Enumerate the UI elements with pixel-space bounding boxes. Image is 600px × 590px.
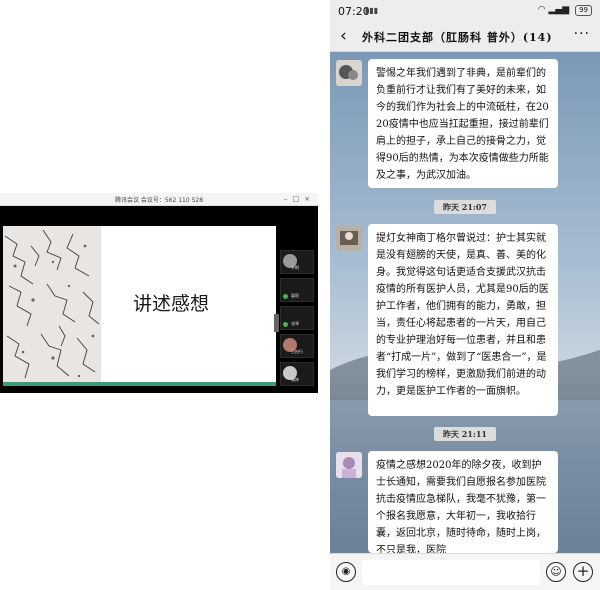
status-right: ◠ ▂▄▆ 99 bbox=[538, 5, 592, 16]
slide-accent-bar bbox=[3, 382, 276, 386]
battery-icon: 99 bbox=[575, 5, 592, 16]
chevron-left-icon[interactable]: ‹ bbox=[340, 26, 347, 46]
mic-icon bbox=[283, 322, 288, 327]
marble-texture-image bbox=[3, 226, 101, 386]
message-input[interactable] bbox=[362, 560, 540, 585]
chat-input-bar: ◉ ☺ + bbox=[330, 553, 600, 590]
participant-tile[interactable]: 翟昭 bbox=[280, 278, 314, 302]
meeting-titlebar: 腾讯会议 会议号：562 110 528 –□× bbox=[0, 193, 318, 206]
meeting-stage: 讲述感想 齐桐 翟昭 张琴 王柏行 魏婷 bbox=[0, 206, 318, 393]
message-timestamp: 昨天 21:07 bbox=[434, 200, 496, 214]
meeting-window: 腾讯会议 会议号：562 110 528 –□× 讲述感想 齐桐 翟昭 张琴 王… bbox=[0, 193, 318, 393]
emoji-icon[interactable]: ☺ bbox=[546, 562, 566, 582]
avatar[interactable] bbox=[336, 452, 362, 478]
participant-name: 翟昭 bbox=[291, 293, 299, 298]
signal-icon: ▂▄▆ bbox=[548, 5, 570, 15]
slide-title: 讲述感想 bbox=[133, 293, 210, 315]
status-bar: 07:20 ▮▮▮ ◠ ▂▄▆ 99 bbox=[330, 0, 600, 22]
mic-icon bbox=[283, 294, 288, 299]
more-icon[interactable]: ··· bbox=[574, 26, 590, 42]
notification-icons: ▮▮▮ bbox=[365, 6, 378, 15]
wechat-chat-screen: 07:20 ▮▮▮ ◠ ▂▄▆ 99 ‹ 外科二团支部（肛肠科 普外）(14) … bbox=[330, 0, 600, 590]
avatar[interactable] bbox=[336, 60, 362, 86]
message-timestamp: 昨天 21:11 bbox=[434, 427, 496, 441]
participant-name: 齐桐 bbox=[291, 265, 299, 270]
collapse-handle[interactable] bbox=[274, 314, 279, 332]
participant-name: 王柏行 bbox=[291, 349, 303, 354]
shared-slide: 讲述感想 bbox=[3, 226, 276, 386]
message-bubble[interactable]: 提灯女神南丁格尔曾说过：护士其实就是没有翅膀的天使，是真、善、美的化身。我觉得这… bbox=[368, 224, 558, 416]
voice-icon[interactable]: ◉ bbox=[336, 562, 356, 582]
participant-tile[interactable]: 王柏行 bbox=[280, 334, 314, 358]
participant-tile[interactable]: 张琴 bbox=[280, 306, 314, 330]
meeting-title: 腾讯会议 会议号：562 110 528 bbox=[114, 197, 204, 204]
window-controls[interactable]: –□× bbox=[284, 195, 315, 203]
chat-header: ‹ 外科二团支部（肛肠科 普外）(14) ··· bbox=[330, 22, 600, 52]
message-bubble[interactable]: 疫情之感想2020年的除夕夜，收到护士长通知，需要我们自愿报名参加医院抗击疫情应… bbox=[368, 451, 558, 553]
avatar[interactable] bbox=[336, 225, 362, 251]
maximize-icon[interactable]: □ bbox=[293, 195, 305, 203]
minimize-icon[interactable]: – bbox=[284, 195, 293, 203]
participant-tile[interactable]: 齐桐 bbox=[280, 250, 314, 274]
chat-title: 外科二团支部（肛肠科 普外）(14) bbox=[362, 31, 553, 44]
participant-name: 张琴 bbox=[291, 321, 299, 326]
participant-list: 齐桐 翟昭 张琴 王柏行 魏婷 bbox=[280, 250, 314, 390]
participant-tile[interactable]: 魏婷 bbox=[280, 362, 314, 386]
notification-icon: ▮▮▮ bbox=[365, 6, 379, 15]
close-icon[interactable]: × bbox=[304, 195, 315, 203]
message-bubble[interactable]: 警惕之年我们遇到了非典，是前辈们的负重前行才让我们有了美好的未来，如今的我们作为… bbox=[368, 59, 558, 188]
participant-name: 魏婷 bbox=[291, 377, 299, 382]
plus-icon[interactable]: + bbox=[573, 562, 593, 582]
wifi-icon: ◠ bbox=[537, 5, 546, 15]
